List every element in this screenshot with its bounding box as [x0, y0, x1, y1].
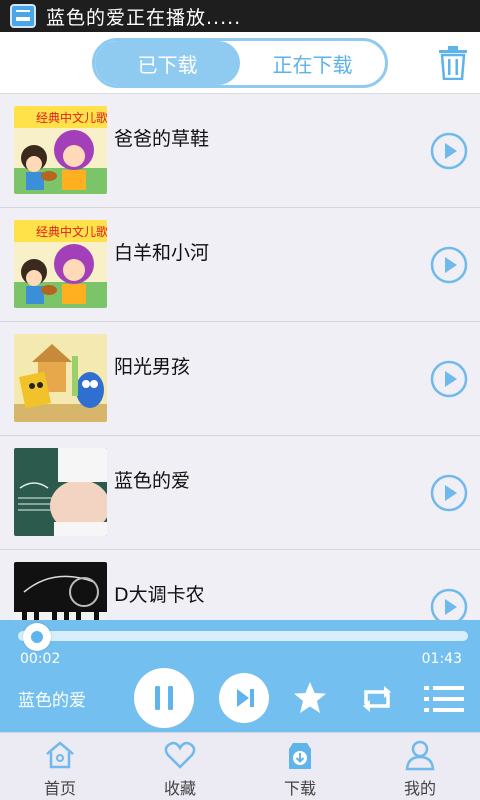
now-playing-title: 蓝色的爱	[18, 691, 86, 711]
header: 已下载 正在下载	[0, 32, 480, 94]
pause-icon	[155, 686, 173, 710]
list-item[interactable]: 阳光男孩	[0, 322, 480, 436]
play-icon[interactable]	[430, 474, 468, 512]
play-icon[interactable]	[430, 246, 468, 284]
svg-text:经典中文儿歌: 经典中文儿歌	[36, 110, 107, 125]
play-icon[interactable]	[430, 360, 468, 398]
nav-downloads[interactable]: 下载	[240, 733, 360, 800]
play-icon[interactable]	[430, 588, 468, 620]
list-item[interactable]: D大调卡农	[0, 550, 480, 620]
song-thumbnail	[14, 562, 107, 620]
song-title: D大调卡农	[114, 584, 205, 606]
nav-favorites[interactable]: 收藏	[120, 733, 240, 800]
tab-downloaded[interactable]: 已下载	[95, 41, 240, 85]
play-icon[interactable]	[430, 132, 468, 170]
total-time: 01:43	[421, 651, 462, 667]
list-item[interactable]: 经典中文儿歌 爸爸的草鞋	[0, 94, 480, 208]
heart-icon	[164, 741, 196, 769]
next-button[interactable]	[219, 673, 269, 723]
svg-text:经典中文儿歌: 经典中文儿歌	[36, 224, 107, 239]
status-bar: 蓝色的爱正在播放.....	[0, 0, 480, 32]
nav-home[interactable]: 首页	[0, 733, 120, 800]
bottom-nav: 首页 收藏 下载 我的	[0, 732, 480, 800]
song-thumbnail: 经典中文儿歌	[14, 106, 107, 194]
trash-icon[interactable]	[437, 46, 469, 80]
next-icon	[237, 689, 254, 707]
status-text: 蓝色的爱正在播放.....	[46, 6, 242, 29]
list-item[interactable]: 蓝色的爱	[0, 436, 480, 550]
progress-track[interactable]	[18, 631, 468, 641]
nav-label: 收藏	[163, 779, 196, 798]
app-notification-icon	[10, 4, 36, 28]
pause-button[interactable]	[134, 668, 194, 728]
playlist-icon[interactable]	[424, 684, 464, 714]
nav-label: 首页	[43, 779, 76, 798]
nav-label: 我的	[403, 779, 436, 798]
progress-knob[interactable]	[23, 623, 51, 651]
tab-downloading[interactable]: 正在下载	[240, 41, 385, 85]
song-title: 白羊和小河	[114, 242, 210, 264]
song-list: 经典中文儿歌 爸爸的草鞋 经典中文儿歌 白羊和小河 阳光男孩 蓝色的爱 D大调卡…	[0, 94, 480, 620]
star-icon[interactable]	[292, 680, 328, 716]
nav-label: 下载	[283, 779, 316, 798]
home-icon	[46, 741, 74, 769]
song-title: 爸爸的草鞋	[114, 128, 210, 150]
current-time: 00:02	[20, 651, 61, 667]
download-tabs: 已下载 正在下载	[92, 38, 388, 88]
song-title: 阳光男孩	[114, 356, 191, 378]
nav-profile[interactable]: 我的	[360, 733, 480, 800]
user-icon	[405, 740, 435, 771]
song-thumbnail	[14, 448, 107, 536]
list-item[interactable]: 经典中文儿歌 白羊和小河	[0, 208, 480, 322]
music-player: 00:02 01:43 蓝色的爱	[0, 620, 480, 732]
download-icon	[289, 743, 311, 769]
repeat-icon[interactable]	[358, 682, 396, 716]
song-title: 蓝色的爱	[114, 470, 191, 492]
song-thumbnail	[14, 334, 107, 422]
song-thumbnail: 经典中文儿歌	[14, 220, 107, 308]
